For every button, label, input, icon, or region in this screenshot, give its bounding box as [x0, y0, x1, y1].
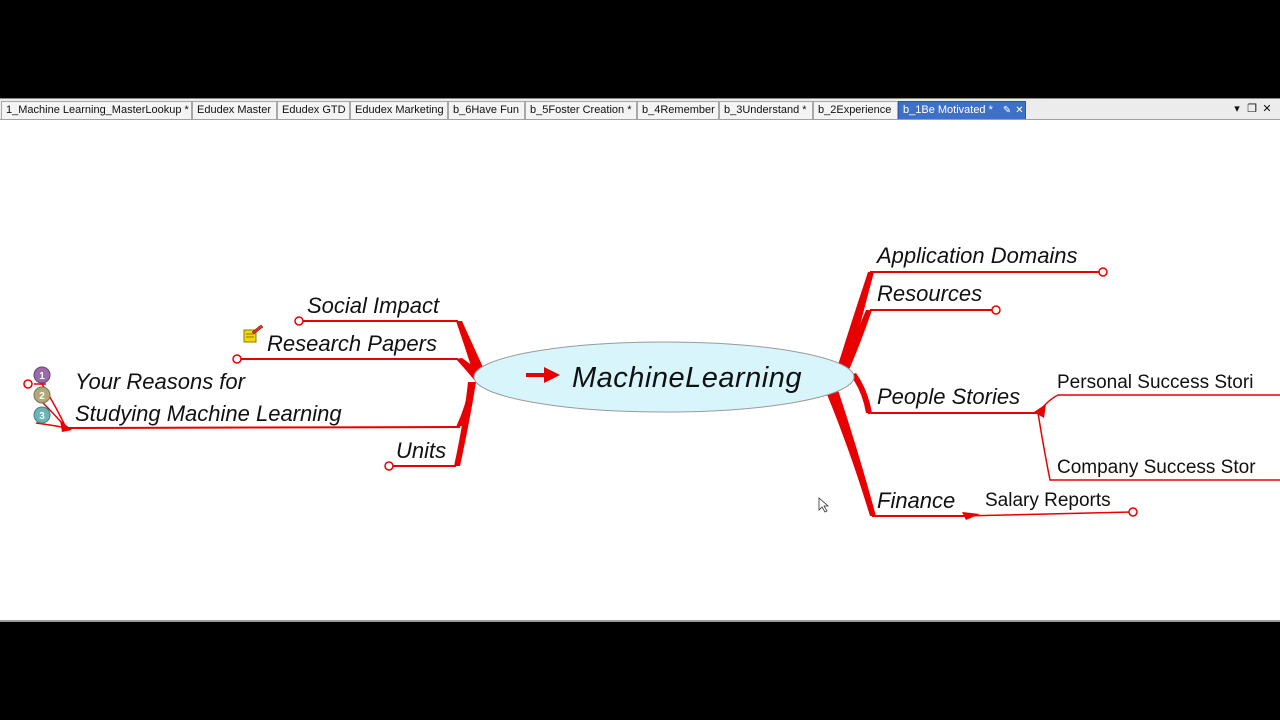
salary-reports-collapse-toggle[interactable] [1128, 507, 1138, 517]
reasons-collapse-toggle[interactable] [23, 379, 33, 389]
tab-remember[interactable]: b_4Remember [637, 101, 719, 119]
reasons-line [65, 426, 461, 429]
node-research-papers[interactable]: Research Papers [267, 331, 437, 356]
social-impact-collapse-toggle[interactable] [294, 316, 304, 326]
tab-experience[interactable]: b_2Experience [813, 101, 898, 119]
tab-label: b_5Foster Creation * [530, 104, 632, 116]
research-papers-collapse-toggle[interactable] [232, 354, 242, 364]
people-stories-join [1034, 404, 1046, 418]
tab-label: Edudex GTD [282, 104, 346, 116]
priority-2-label: 2 [39, 391, 45, 402]
branch-application-domains-fan [838, 272, 874, 370]
tab-label: b_3Understand * [724, 104, 807, 116]
restore-icon[interactable]: ❐ [1245, 101, 1259, 117]
tab-edudex-master[interactable]: Edudex Master [192, 101, 277, 119]
tab-label: b_2Experience [818, 104, 892, 116]
branch-units-fan [454, 382, 476, 466]
tab-label: b_6Have Fun [453, 104, 520, 116]
tab-label: Edudex Master [197, 104, 271, 116]
mindmap-svg: 1 2 3 Social Impact Research Papers Your… [23, 243, 1280, 520]
node-company-success-stories[interactable]: Company Success Stor [1057, 457, 1256, 478]
tab-be-motivated[interactable]: b_1Be Motivated * ✎ ✕ [898, 101, 1026, 119]
node-application-domains[interactable]: Application Domains [875, 243, 1078, 268]
node-salary-reports[interactable]: Salary Reports [985, 490, 1111, 511]
node-finance[interactable]: Finance [877, 488, 955, 513]
mouse-cursor-icon [818, 497, 830, 513]
resources-collapse-toggle[interactable] [991, 305, 1001, 315]
notes-icon[interactable] [243, 324, 264, 343]
tab-bar: 1_Machine Learning_MasterLookup * Edudex… [0, 99, 1280, 120]
tab-machine-learning-masterlookup[interactable]: 1_Machine Learning_MasterLookup * [1, 101, 192, 119]
tab-foster-creation[interactable]: b_5Foster Creation * [525, 101, 637, 119]
menu-icon[interactable]: ▾ [1230, 101, 1244, 117]
tab-have-fun[interactable]: b_6Have Fun [448, 101, 525, 119]
node-reasons-line1[interactable]: Your Reasons for [75, 369, 247, 394]
node-people-stories[interactable]: People Stories [877, 384, 1020, 409]
tab-label: Edudex Marketing [355, 104, 444, 116]
node-personal-success-stories[interactable]: Personal Success Stori [1057, 372, 1253, 393]
mindmap-canvas: 1 2 3 Social Impact Research Papers Your… [0, 120, 1280, 620]
close-tab-icon[interactable]: ✕ [1015, 102, 1023, 119]
tab-label: 1_Machine Learning_MasterLookup * [6, 104, 189, 116]
units-collapse-toggle[interactable] [384, 461, 394, 471]
application-domains-collapse-toggle[interactable] [1098, 267, 1108, 277]
tab-edudex-gtd[interactable]: Edudex GTD [277, 101, 350, 119]
node-social-impact[interactable]: Social Impact [307, 293, 440, 318]
mindmap-window: 1_Machine Learning_MasterLookup * Edudex… [0, 98, 1280, 622]
priority-3-label: 3 [39, 411, 45, 422]
salary-reports-line [961, 511, 1133, 517]
reasons-branch-join [60, 420, 72, 432]
tab-understand[interactable]: b_3Understand * [719, 101, 813, 119]
tab-edudex-marketing[interactable]: Edudex Marketing [350, 101, 448, 119]
node-units[interactable]: Units [396, 438, 446, 463]
node-reasons-line2[interactable]: Studying Machine Learning [75, 401, 342, 426]
personal-success-line [1037, 394, 1280, 414]
pin-icon[interactable]: ✎ [1003, 102, 1011, 119]
tab-label: b_4Remember [642, 104, 715, 116]
priority-1-label: 1 [39, 371, 45, 382]
tab-label: b_1Be Motivated * [903, 104, 993, 116]
close-window-icon[interactable]: ✕ [1260, 101, 1274, 117]
central-node-label: MachineLearning [572, 362, 802, 394]
node-resources[interactable]: Resources [877, 281, 982, 306]
